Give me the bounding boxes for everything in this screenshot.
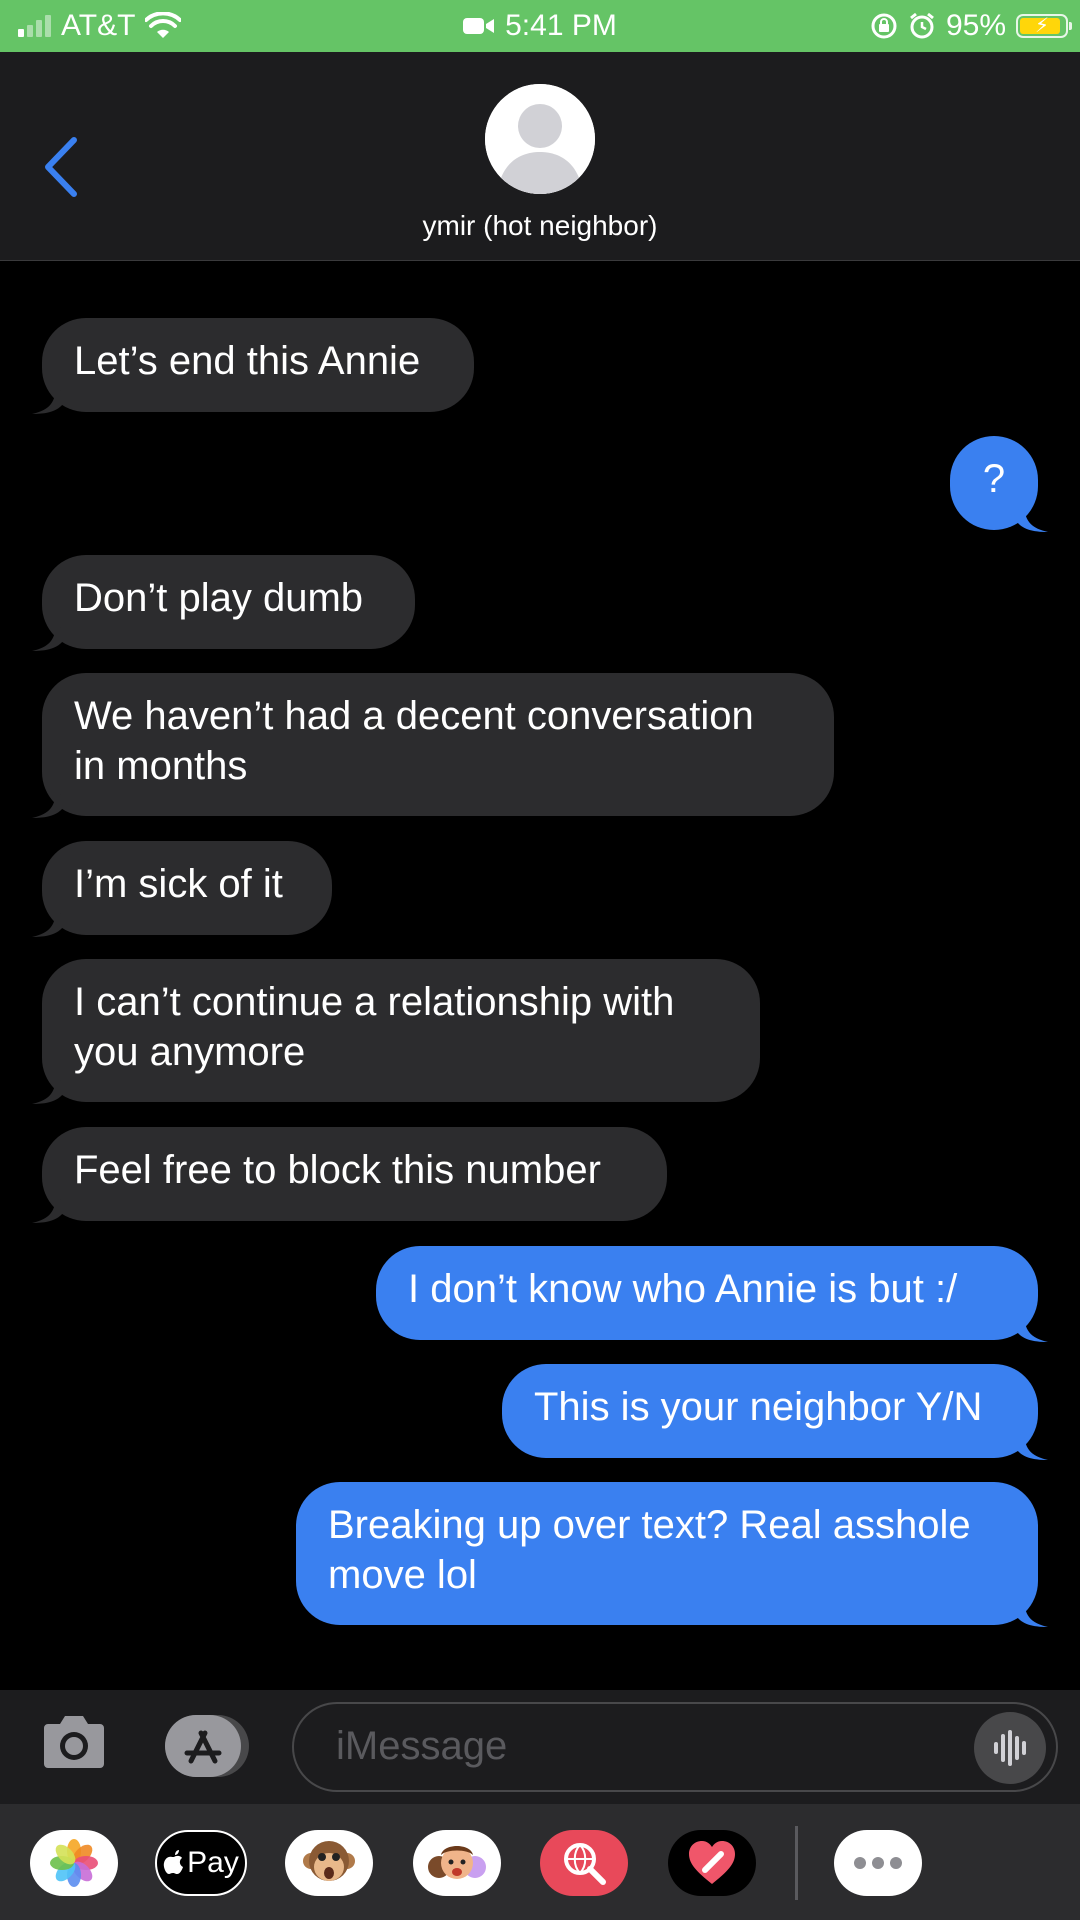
more-icon [854, 1857, 902, 1869]
animoji-button[interactable] [285, 1830, 373, 1896]
bubble-tail [32, 788, 66, 818]
back-chevron-icon[interactable] [40, 134, 84, 200]
drawer-divider [795, 1826, 798, 1900]
status-right: 95% ⚡ [870, 0, 1072, 52]
message-bubble-incoming[interactable]: Feel free to block this number [32, 1127, 667, 1223]
bubble-tail [32, 1074, 66, 1104]
message-input[interactable]: iMessage [292, 1702, 1058, 1792]
animoji-monkey-icon [303, 1841, 355, 1881]
message-input-placeholder: iMessage [336, 1724, 508, 1768]
conversation-header: ymir (hot neighbor) [0, 52, 1080, 261]
bubble-tail [32, 384, 66, 414]
bubble-tail [1014, 1597, 1048, 1627]
bubble-tail [32, 907, 66, 937]
bubble-tail [32, 621, 66, 651]
contact-name[interactable]: ymir (hot neighbor) [0, 210, 1080, 242]
digital-touch-heart-icon [689, 1841, 735, 1884]
message-bubble-incoming[interactable]: I can’t continue a relationship with you… [32, 959, 760, 1104]
memoji-icon [428, 1846, 486, 1879]
message-line: We haven’t had a decent conversation [74, 694, 754, 738]
web-images-search-icon [564, 1843, 606, 1885]
orientation-lock-icon [871, 13, 897, 39]
status-time: 5:41 PM [505, 9, 617, 42]
apple-logo-icon [163, 1850, 184, 1874]
bubble-tail [1014, 1430, 1048, 1460]
bubble-tail [32, 1193, 66, 1223]
apple-pay-label: Pay [187, 1846, 239, 1879]
facetime-video-icon [463, 18, 495, 34]
message-line: This is your neighbor Y/N [534, 1385, 983, 1429]
alarm-icon [910, 12, 934, 39]
message-line: in months [74, 744, 248, 788]
app-drawer: Pay [0, 1804, 1080, 1920]
message-bubble-outgoing[interactable]: This is your neighbor Y/N [502, 1364, 1048, 1460]
battery-percent: 95% [945, 9, 1006, 42]
message-line: Breaking up over text? Real asshole [328, 1503, 971, 1547]
message-line: move lol [328, 1553, 477, 1597]
message-bubble-incoming[interactable]: I’m sick of it [32, 841, 332, 937]
photos-app-button[interactable] [30, 1830, 118, 1896]
bubble-tail [1014, 1312, 1048, 1342]
app-store-icon[interactable] [165, 1715, 249, 1777]
contact-avatar[interactable] [485, 84, 595, 194]
message-bubble-incoming[interactable]: Don’t play dumb [32, 555, 415, 651]
message-line: Feel free to block this number [74, 1148, 601, 1192]
message-line: I don’t know who Annie is but :/ [408, 1267, 958, 1311]
status-bar: AT&T 5:41 PM 95% ⚡ [0, 0, 1080, 52]
memoji-button[interactable] [413, 1830, 501, 1896]
message-line: I’m sick of it [74, 862, 283, 906]
camera-icon[interactable] [42, 1712, 106, 1770]
apple-pay-button[interactable]: Pay [155, 1830, 247, 1896]
photos-icon [50, 1839, 98, 1887]
message-line: you anymore [74, 1030, 306, 1074]
message-line: ? [982, 457, 1006, 501]
message-bubble-outgoing[interactable]: Breaking up over text? Real asshole move… [296, 1482, 1048, 1627]
voice-message-button[interactable] [974, 1712, 1046, 1784]
person-silhouette-icon [485, 84, 595, 194]
digital-touch-button[interactable] [668, 1830, 756, 1896]
bubble-tail [1014, 502, 1048, 532]
more-apps-button[interactable] [834, 1830, 922, 1896]
message-line: Don’t play dumb [74, 576, 364, 620]
message-bubble-incoming[interactable]: Let’s end this Annie [32, 318, 474, 414]
message-bubble-outgoing[interactable]: ? [950, 436, 1048, 532]
message-line: I can’t continue a relationship with [74, 980, 675, 1024]
battery-icon: ⚡ [1016, 14, 1072, 38]
message-bubble-incoming[interactable]: We haven’t had a decent conversation in … [32, 673, 834, 818]
message-bubble-outgoing[interactable]: I don’t know who Annie is but :/ [376, 1246, 1048, 1342]
message-line: Let’s end this Annie [74, 339, 421, 383]
web-images-button[interactable] [540, 1830, 628, 1896]
compose-bar: iMessage [0, 1690, 1080, 1804]
waveform-icon [994, 1730, 1026, 1766]
